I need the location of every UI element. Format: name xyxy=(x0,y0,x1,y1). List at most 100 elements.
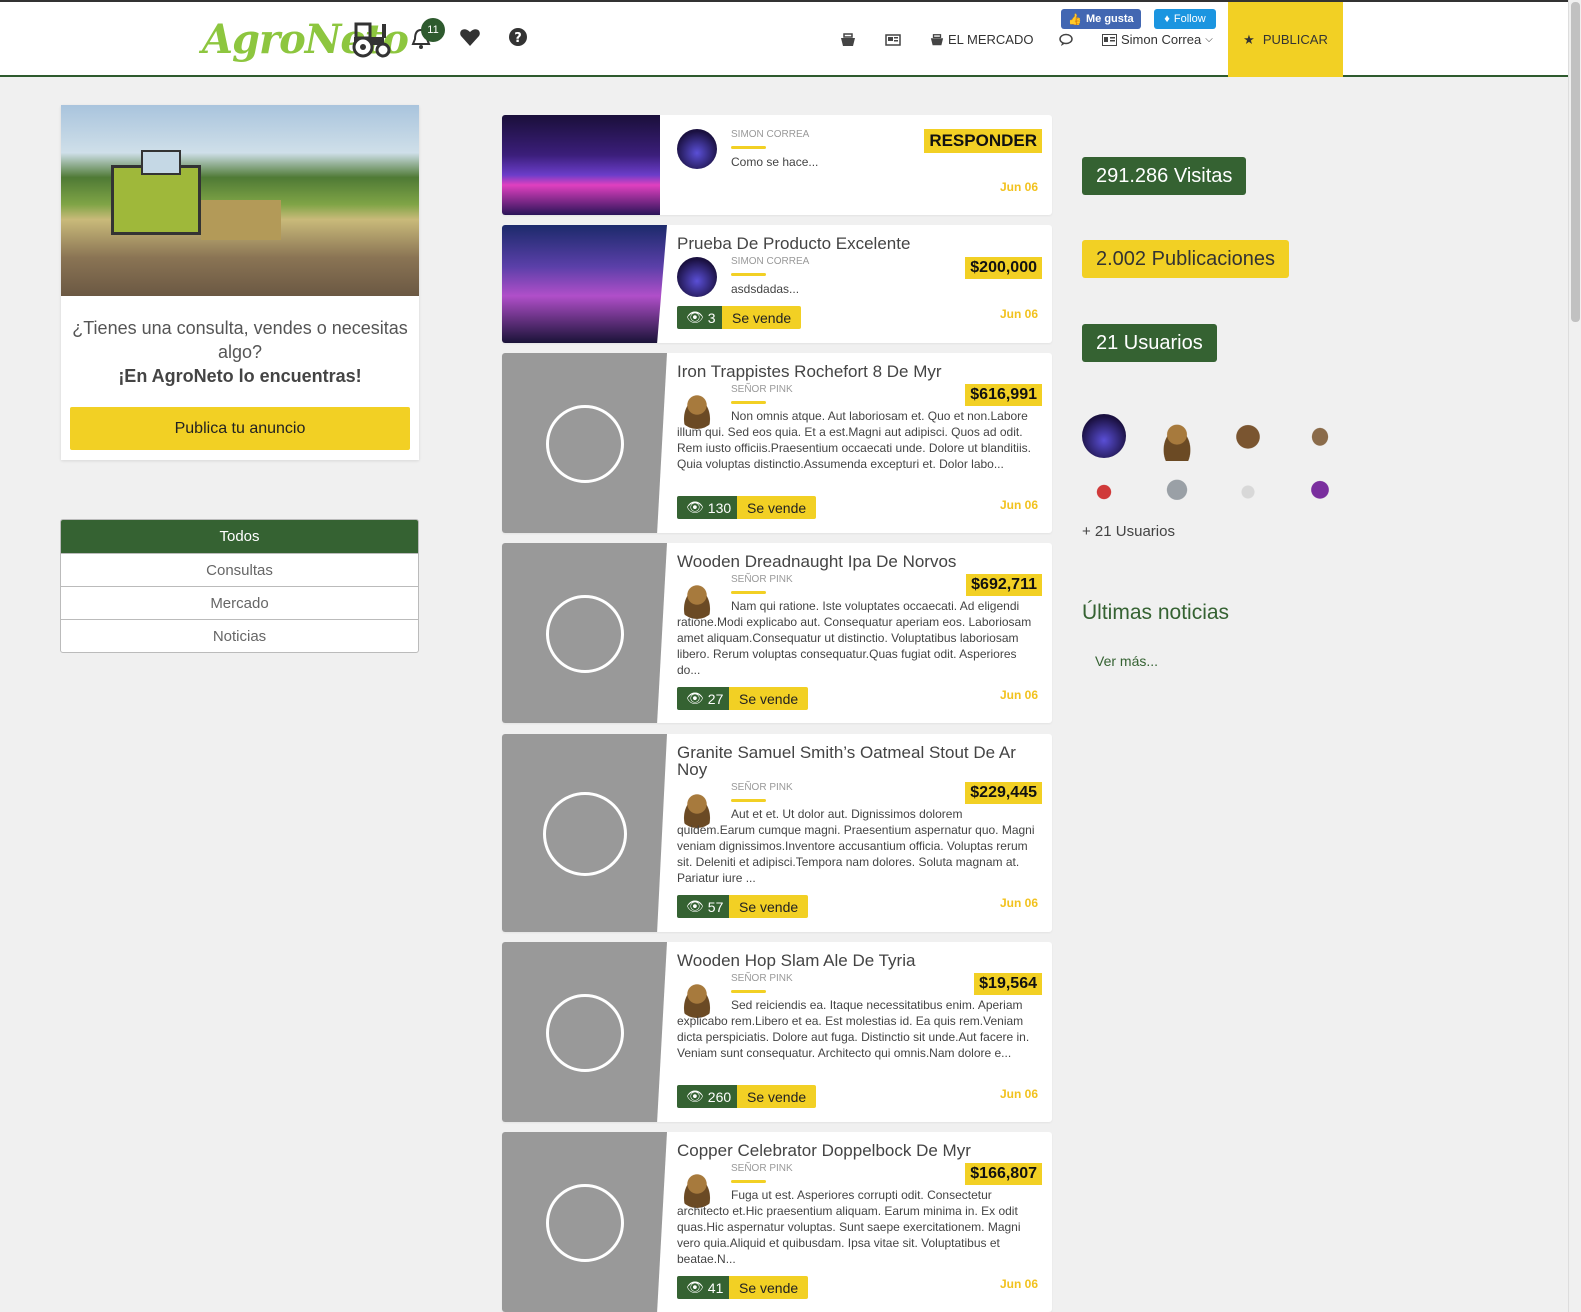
see-more-link[interactable]: Ver más... xyxy=(1095,653,1158,669)
eye-icon: 👁 xyxy=(686,499,704,515)
views-count: 3 xyxy=(707,309,716,326)
twitter-bird-icon: ♦ xyxy=(1164,13,1170,25)
post-image-placeholder[interactable] xyxy=(502,942,667,1122)
respond-button[interactable]: RESPONDER xyxy=(924,129,1042,153)
user-menu[interactable]: Simon Correa ⌵ xyxy=(1102,32,1213,47)
more-users-link[interactable]: + 21 Usuarios xyxy=(1082,523,1175,540)
author-bar xyxy=(731,591,766,594)
author-bar xyxy=(731,401,766,404)
scrollbar[interactable] xyxy=(1568,0,1581,1312)
heart-icon[interactable] xyxy=(459,26,481,48)
publicar-button[interactable]: ★ PUBLICAR xyxy=(1228,2,1343,77)
views-count: 57 xyxy=(707,898,724,915)
author-bar xyxy=(731,990,766,993)
post-author[interactable]: SEÑOR PINK xyxy=(731,782,793,793)
post-text: Sed reiciendis ea. Itaque necessitatibus… xyxy=(677,998,1030,1060)
filter-todos[interactable]: Todos xyxy=(61,520,418,553)
post-image-placeholder[interactable] xyxy=(502,543,667,723)
sale-badge: Se vende xyxy=(729,895,809,918)
post-card[interactable]: Prueba De Producto Excelente SIMON CORRE… xyxy=(502,225,1052,343)
news-heading: Últimas noticias xyxy=(1082,601,1230,624)
user-name: Simon Correa xyxy=(1121,32,1202,47)
post-author[interactable]: SEÑOR PINK xyxy=(731,574,793,585)
author-bar xyxy=(731,146,766,149)
post-card[interactable]: Copper Celebrator Doppelbock De Myr SEÑO… xyxy=(502,1132,1052,1312)
chat-icon[interactable] xyxy=(1058,33,1074,47)
post-card[interactable]: Granite Samuel Smith’s Oatmeal Stout De … xyxy=(502,734,1052,932)
user-avatar[interactable] xyxy=(1082,470,1126,514)
publicar-label: PUBLICAR xyxy=(1262,32,1328,47)
post-author[interactable]: SIMON CORREA xyxy=(731,256,809,267)
eye-icon: 👁 xyxy=(686,309,704,325)
post-date: Jun 06 xyxy=(999,1087,1038,1101)
nav-mercado-label: EL MERCADO xyxy=(948,32,1034,47)
views-badge: 👁 27 xyxy=(677,687,733,710)
facebook-like-label: Me gusta xyxy=(1086,13,1134,25)
filter-noticias[interactable]: Noticias xyxy=(61,619,418,652)
post-author[interactable]: SEÑOR PINK xyxy=(731,384,793,395)
user-avatar[interactable] xyxy=(1155,470,1199,514)
loading-ring-icon xyxy=(543,792,627,876)
svg-text:?: ? xyxy=(514,31,522,46)
user-avatar[interactable] xyxy=(1226,417,1270,461)
post-card[interactable]: Iron Trappistes Rochefort 8 De Myr SEÑOR… xyxy=(502,353,1052,533)
post-title[interactable]: Wooden Hop Slam Ale De Tyria xyxy=(677,952,1042,969)
basket-icon[interactable] xyxy=(840,32,856,48)
harvester-image xyxy=(61,105,419,296)
post-title[interactable]: Wooden Dreadnaught Ipa De Norvos xyxy=(677,553,1042,570)
views-count: 27 xyxy=(707,690,724,707)
post-title[interactable]: Iron Trappistes Rochefort 8 De Myr xyxy=(677,363,1042,380)
post-price: $229,445 xyxy=(965,782,1042,804)
filter-consultas[interactable]: Consultas xyxy=(61,553,418,586)
post-price: $19,564 xyxy=(974,973,1042,995)
post-card[interactable]: Wooden Hop Slam Ale De Tyria SEÑOR PINK … xyxy=(502,942,1052,1122)
post-author[interactable]: SEÑOR PINK xyxy=(731,973,793,984)
user-avatar[interactable] xyxy=(1298,470,1342,514)
users-stat: 21 Usuarios xyxy=(1082,324,1217,362)
twitter-follow-button[interactable]: ♦ Follow xyxy=(1154,9,1216,29)
post-image[interactable] xyxy=(502,115,660,215)
newspaper-icon[interactable] xyxy=(885,33,901,47)
facebook-like-button[interactable]: 👍 Me gusta xyxy=(1061,9,1141,29)
post-image-placeholder[interactable] xyxy=(502,353,667,533)
eye-icon: 👁 xyxy=(686,1279,704,1295)
eye-icon: 👁 xyxy=(686,1088,704,1104)
filter-mercado[interactable]: Mercado xyxy=(61,586,418,619)
basket-icon xyxy=(930,33,944,45)
loading-ring-icon xyxy=(546,1184,624,1262)
views-count: 41 xyxy=(707,1279,724,1296)
post-image[interactable] xyxy=(502,225,667,343)
post-author[interactable]: SEÑOR PINK xyxy=(731,1163,793,1174)
promo-card: ¿Tienes una consulta, vendes o necesitas… xyxy=(61,105,419,460)
star-icon: ★ xyxy=(1243,31,1255,47)
post-text: Fuga ut est. Asperiores corrupti odit. C… xyxy=(677,1188,1021,1266)
loading-ring-icon xyxy=(546,405,624,483)
avatar[interactable] xyxy=(677,257,717,297)
user-avatar[interactable] xyxy=(1082,414,1126,458)
post-date: Jun 06 xyxy=(999,688,1038,702)
post-title[interactable]: Granite Samuel Smith’s Oatmeal Stout De … xyxy=(677,744,1042,778)
post-card[interactable]: SIMON CORREA Como se hace... RESPONDER J… xyxy=(502,115,1052,215)
publish-ad-button[interactable]: Publica tu anuncio xyxy=(70,407,410,450)
help-icon[interactable]: ? xyxy=(507,26,529,48)
scroll-thumb[interactable] xyxy=(1571,2,1580,322)
promo-question: ¿Tienes una consulta, vendes o necesitas… xyxy=(72,318,408,362)
post-title[interactable]: Copper Celebrator Doppelbock De Myr xyxy=(677,1142,1042,1159)
loading-ring-icon xyxy=(546,595,624,673)
post-title[interactable]: Prueba De Producto Excelente xyxy=(677,235,1042,252)
thumbs-up-icon: 👍 xyxy=(1068,13,1082,26)
post-date: Jun 06 xyxy=(999,1277,1038,1291)
user-avatar[interactable] xyxy=(1226,470,1270,514)
post-text: Como se hace... xyxy=(731,155,819,169)
post-card[interactable]: Wooden Dreadnaught Ipa De Norvos SEÑOR P… xyxy=(502,543,1052,723)
post-image-placeholder[interactable] xyxy=(502,734,667,932)
post-image-placeholder[interactable] xyxy=(502,1132,667,1312)
notification-badge: 11 xyxy=(421,18,445,42)
post-author[interactable]: SIMON CORREA xyxy=(731,129,809,140)
category-filter: Todos Consultas Mercado Noticias xyxy=(60,519,419,653)
avatar[interactable] xyxy=(677,129,717,169)
user-avatar[interactable] xyxy=(1298,417,1342,461)
author-bar xyxy=(731,273,766,276)
nav-mercado[interactable]: EL MERCADO xyxy=(930,32,1033,47)
user-avatar[interactable] xyxy=(1155,417,1199,461)
